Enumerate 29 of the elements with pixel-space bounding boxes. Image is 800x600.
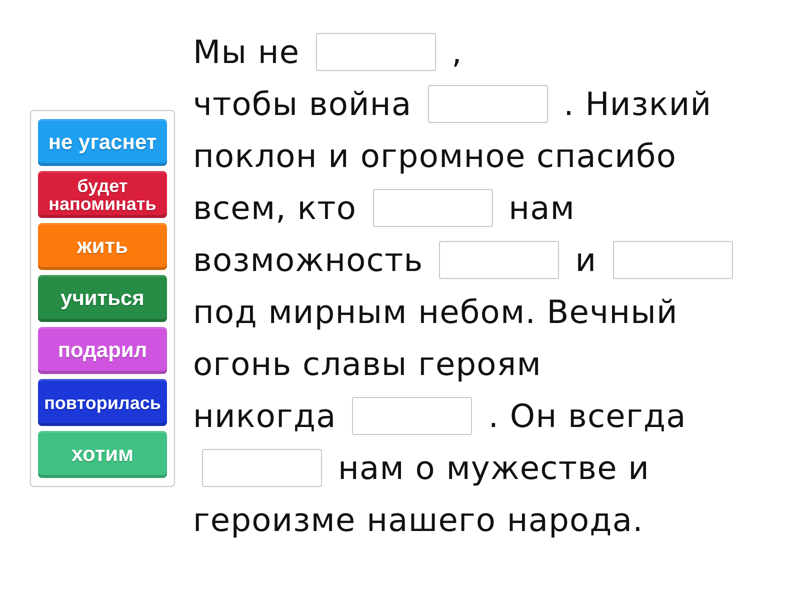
passage-text: . Он всегда [488, 398, 686, 434]
answer-box[interactable] [352, 397, 472, 435]
passage-text: под мирным небом. Вечный [193, 294, 678, 330]
word-tile[interactable]: жить [38, 223, 167, 270]
passage-text: поклон и огромное спасибо [193, 138, 677, 174]
answer-box[interactable] [202, 449, 322, 487]
answer-box[interactable] [612, 241, 733, 279]
word-tile[interactable]: не угаснет [38, 119, 167, 166]
passage-text: огонь славы героям [193, 346, 542, 382]
passage-text: возможность [193, 242, 424, 278]
passage-text: , [452, 34, 462, 70]
word-tile[interactable]: хотим [38, 431, 167, 478]
word-tile[interactable]: будет напоминать [38, 171, 167, 218]
word-tile[interactable]: подарил [38, 327, 167, 374]
passage-text: нам [508, 190, 576, 226]
answer-box[interactable] [372, 189, 493, 227]
passage-text: всем, кто [193, 190, 357, 226]
passage-text: нам о мужестве и [338, 450, 650, 486]
answer-box[interactable] [316, 33, 436, 71]
word-tile[interactable]: повторилась [38, 379, 167, 426]
passage-text: чтобы война [193, 86, 412, 122]
passage-text: Мы не [193, 34, 300, 70]
answer-box[interactable] [428, 85, 548, 123]
word-tile[interactable]: учиться [38, 275, 167, 322]
passage-text: никогда [193, 398, 336, 434]
passage-text: и [575, 242, 597, 278]
answer-box[interactable] [439, 241, 560, 279]
passage-text: . Низкий [564, 86, 712, 122]
passage-text: героизме нашего народа. [193, 502, 644, 538]
